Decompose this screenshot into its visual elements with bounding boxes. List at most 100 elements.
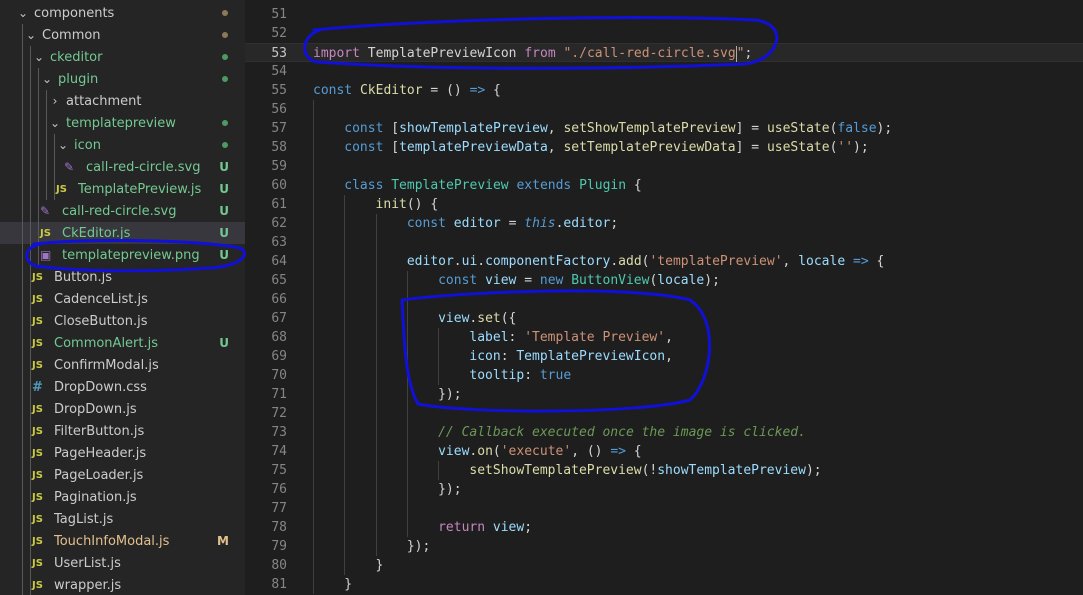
chevron-down-icon[interactable]: ⌄ [40, 72, 54, 86]
chevron-right-icon[interactable]: › [48, 94, 62, 108]
tree-item[interactable]: JS FilterButton.js [0, 420, 245, 442]
code-line[interactable]: 58 const [templatePreviewData, setTemplat… [245, 138, 1083, 157]
code-editor[interactable]: 51 52 53 import TemplatePreviewIcon from ".… [245, 0, 1083, 595]
indent-guide [375, 290, 377, 309]
code-line[interactable]: 73 // Callback executed once the image is… [245, 423, 1083, 442]
code-line[interactable]: 70 tooltip: true [245, 366, 1083, 385]
indent-guide [375, 271, 377, 290]
code-token: ] = [735, 121, 767, 136]
code-token: view [438, 444, 470, 459]
code-line[interactable]: 59 [245, 157, 1083, 176]
tree-item[interactable]: JS CloseButton.js [0, 310, 245, 332]
code-line[interactable]: 55 const CkEditor = () => { [245, 81, 1083, 100]
tree-item[interactable]: JS TagList.js [0, 508, 245, 530]
tree-item[interactable]: ⌄ icon [0, 134, 245, 156]
indent-guide [313, 385, 314, 404]
code-line[interactable]: 61 init() { [245, 195, 1083, 214]
tree-item[interactable]: ⌄ Common [0, 24, 245, 46]
tree-item[interactable]: JS CadenceList.js [0, 288, 245, 310]
code-line[interactable]: 62 const editor = this.editor; [245, 214, 1083, 233]
code-line[interactable]: 52 [245, 24, 1083, 43]
file-explorer: ⌄ components ⌄ Common ⌄ ckeditor ⌄ plugin › attac… [0, 0, 245, 595]
indent-guide [375, 423, 377, 442]
tree-item[interactable]: ✎ call-red-circle.svg U [0, 200, 245, 222]
code-line[interactable]: 74 view.on('execute', () => { [245, 442, 1083, 461]
tree-item[interactable]: JS PageHeader.js [0, 442, 245, 464]
code-token: , [547, 121, 564, 136]
tree-item[interactable]: JS DropDown.js [0, 398, 245, 420]
code-line[interactable]: 76}); [245, 480, 1083, 499]
tree-item[interactable]: ⌄ ckeditor [0, 46, 245, 68]
indent-guide [22, 530, 23, 552]
code-line[interactable]: 71}); [245, 385, 1083, 404]
line-number: 70 [271, 368, 287, 383]
tree-item[interactable]: JS UserList.js [0, 552, 245, 574]
tree-item-label: Button.js [54, 269, 113, 285]
indent-guide [54, 178, 55, 200]
chevron-down-icon[interactable]: ⌄ [32, 50, 46, 64]
tree-item[interactable]: JS Pagination.js [0, 486, 245, 508]
tree-item[interactable]: ⌄ components [0, 2, 245, 24]
tree-item[interactable]: ⌄ templatepreview [0, 112, 245, 134]
code-line[interactable]: 67 view.set({ [245, 309, 1083, 328]
code-token: : [508, 330, 525, 345]
code-line[interactable]: 60 class TemplatePreview extends Plugin { [245, 176, 1083, 195]
code-token: const [344, 140, 384, 155]
chevron-down-icon[interactable]: ⌄ [16, 6, 30, 20]
code-line[interactable]: 63 [245, 233, 1083, 252]
indent-guide [406, 328, 408, 347]
code-line[interactable]: 80} [245, 556, 1083, 575]
code-line[interactable]: 77 [245, 499, 1083, 518]
code-line[interactable]: 53 import TemplatePreviewIcon from "./cal… [245, 43, 1083, 62]
code-line[interactable]: 79}); [245, 537, 1083, 556]
indent-guide [22, 46, 23, 68]
chevron-down-icon[interactable]: ⌄ [56, 138, 70, 152]
code-token: . [453, 254, 462, 269]
tree-item[interactable]: ▣ templatepreview.png U [0, 244, 245, 266]
code-token: ); [876, 121, 893, 136]
code-line[interactable]: 54 [245, 62, 1083, 81]
tree-item[interactable]: JS CkEditor.js U [0, 222, 245, 244]
code-line[interactable]: 64 editor.ui.componentFactory.add('templa… [245, 252, 1083, 271]
js-file-icon: JS [32, 271, 43, 283]
code-line[interactable]: 68 label: 'Template Preview', [245, 328, 1083, 347]
git-status-dot [222, 120, 228, 126]
tree-item[interactable]: JS ConfirmModal.js [0, 354, 245, 376]
tree-item[interactable]: › attachment [0, 90, 245, 112]
tree-item[interactable]: ✎ call-red-circle.svg U [0, 156, 245, 178]
code-line[interactable]: 57 const [showTemplatePreview, setShowTem… [245, 119, 1083, 138]
code-token: => [610, 444, 626, 459]
code-line[interactable]: 69 icon: TemplatePreviewIcon, [245, 347, 1083, 366]
tree-item[interactable]: JS TouchInfoModal.js M [0, 530, 245, 552]
indent-guide [22, 200, 23, 222]
code-token: { [625, 444, 642, 459]
code-line[interactable]: 65 const view = new ButtonView(locale); [245, 271, 1083, 290]
chevron-down-icon[interactable]: ⌄ [48, 116, 62, 130]
tree-item[interactable]: JS CommonAlert.js U [0, 332, 245, 354]
code-token: init [375, 197, 407, 212]
chevron-down-icon[interactable]: ⌄ [24, 28, 38, 42]
tree-item[interactable]: ⌄ plugin [0, 68, 245, 90]
code-line[interactable]: 75 setShowTemplatePreview(!showTemplatePr… [245, 461, 1083, 480]
indent-guide [406, 366, 408, 385]
code-line[interactable]: 66 [245, 290, 1083, 309]
code-line[interactable]: 78 return view; [245, 518, 1083, 537]
tree-item[interactable]: JS wrapper.js [0, 574, 245, 595]
code-line[interactable]: 81} [245, 575, 1083, 594]
indent-guide [22, 244, 23, 266]
code-line[interactable]: 51 [245, 5, 1083, 24]
code-line[interactable]: 56 [245, 100, 1083, 119]
code-token: , () [571, 444, 611, 459]
code-line[interactable]: 72 [245, 404, 1083, 423]
code-token: ); [853, 140, 869, 155]
code-token: setShowTemplatePreview [563, 121, 736, 136]
tree-item[interactable]: JS TemplatePreview.js U [0, 178, 245, 200]
indent-guide [38, 112, 39, 134]
tree-item-label: Common [42, 27, 101, 43]
tree-item[interactable]: JS Button.js [0, 266, 245, 288]
tree-item[interactable]: # DropDown.css [0, 376, 245, 398]
code-token: setTemplatePreviewData [563, 140, 736, 155]
tree-item[interactable]: JS PageLoader.js [0, 464, 245, 486]
